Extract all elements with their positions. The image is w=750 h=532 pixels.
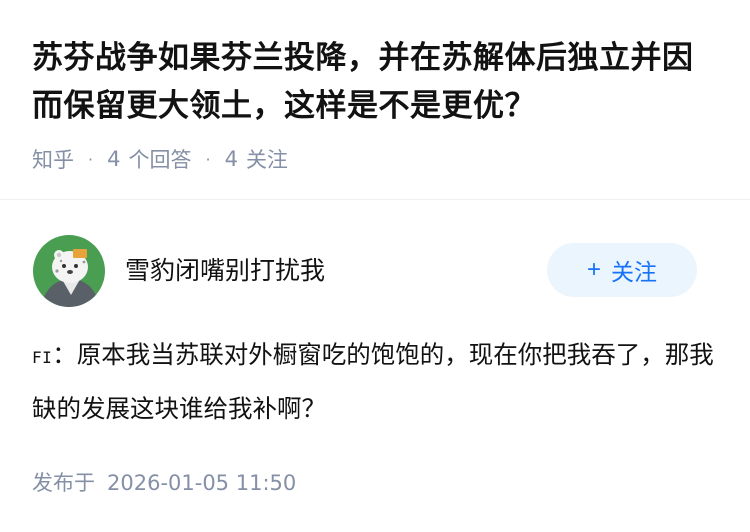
follow-button[interactable]: + 关注 — [547, 243, 697, 297]
followers-label[interactable]: 关注 — [246, 144, 288, 174]
follow-button-label: 关注 — [611, 259, 657, 285]
publish-date: 2026-01-05 11:50 — [107, 471, 297, 495]
publish-time: 发布于 2026-01-05 11:50 — [32, 467, 296, 497]
publish-label: 发布于 — [32, 471, 95, 495]
author-row: 雪豹闭嘴别打扰我 + 关注 — [33, 233, 723, 309]
question-header: 苏芬战争如果芬兰投降，并在苏解体后独立并因而保留更大领土，这样是不是更优？ 知乎… — [0, 0, 750, 200]
snow-leopard-avatar-icon — [33, 235, 105, 307]
answer-content[interactable]: FI：原本我当苏联对外橱窗吃的饱饱的，现在你把我吞了，那我缺的发展这块谁给我补啊… — [32, 329, 722, 434]
question-meta: 知乎 · 4 个回答 · 4 关注 — [32, 144, 720, 174]
meta-separator: · — [88, 149, 94, 169]
answer-prefix: FI — [32, 348, 53, 367]
answers-count: 4 — [107, 147, 121, 171]
answers-label[interactable]: 个回答 — [128, 144, 191, 174]
followers-count: 4 — [224, 147, 238, 171]
meta-separator: · — [205, 149, 211, 169]
avatar[interactable] — [33, 235, 105, 307]
plus-icon: + — [586, 256, 601, 283]
source-label[interactable]: 知乎 — [32, 144, 74, 174]
author-name[interactable]: 雪豹闭嘴别打扰我 — [125, 251, 325, 287]
answer-text: ：原本我当苏联对外橱窗吃的饱饱的，现在你把我吞了，那我缺的发展这块谁给我补啊？ — [32, 340, 714, 423]
question-title[interactable]: 苏芬战争如果芬兰投降，并在苏解体后独立并因而保留更大领土，这样是不是更优？ — [32, 34, 720, 130]
